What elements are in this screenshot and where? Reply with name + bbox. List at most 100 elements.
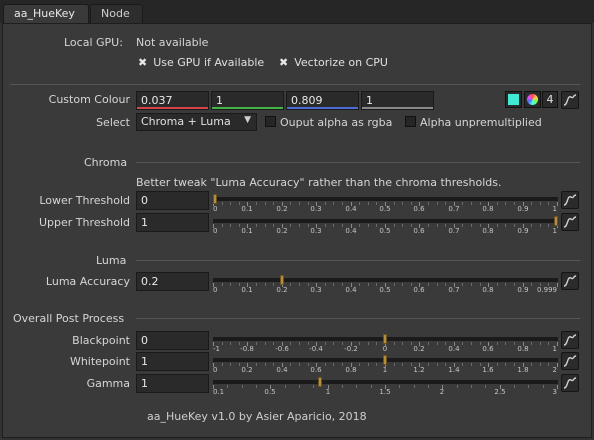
slider-minor-tick bbox=[376, 283, 377, 286]
curve-icon[interactable] bbox=[561, 331, 579, 349]
slider-minor-tick bbox=[376, 363, 377, 366]
slider-handle[interactable] bbox=[554, 216, 558, 226]
slider-minor-tick bbox=[273, 342, 274, 345]
tab-node[interactable]: Node bbox=[90, 4, 143, 24]
checkmark-icon: ✖ bbox=[138, 56, 148, 69]
use-gpu-checkbox[interactable]: ✖ Use GPU if Available bbox=[138, 56, 264, 69]
slider-minor-tick bbox=[222, 224, 223, 227]
curve-icon[interactable] bbox=[561, 374, 579, 392]
slider-minor-tick bbox=[342, 363, 343, 366]
slider-minor-tick bbox=[342, 202, 343, 205]
slider-tick-label: 0 bbox=[213, 286, 218, 294]
channel-count-button[interactable]: 4 bbox=[542, 91, 558, 108]
slider-minor-tick bbox=[368, 283, 369, 286]
slider-tick-label: 0.8 bbox=[345, 366, 357, 374]
slider-minor-tick bbox=[437, 202, 438, 205]
curve-icon[interactable] bbox=[561, 91, 579, 109]
slider-track[interactable] bbox=[213, 219, 558, 223]
slider-minor-tick bbox=[497, 363, 498, 366]
gamma-input[interactable]: 1 bbox=[136, 374, 209, 393]
lower-threshold-slider[interactable]: 0 0.1 0.2 0.3 0.4 0.5 0.6 0.7 0.8 0.9 1 bbox=[213, 194, 558, 213]
slider-minor-tick bbox=[497, 202, 498, 205]
slider-track[interactable] bbox=[213, 278, 558, 282]
slider-minor-tick bbox=[543, 385, 544, 388]
vectorize-checkbox[interactable]: ✖ Vectorize on CPU bbox=[279, 56, 388, 69]
slider-minor-tick bbox=[505, 342, 506, 345]
slider-tick-label: -0.8 bbox=[240, 345, 254, 353]
gamma-slider[interactable]: 0.1 0.5 1 1.5 2 2.5 3 bbox=[213, 377, 558, 396]
slider-minor-tick bbox=[531, 224, 532, 227]
colour-g-input[interactable]: 1 bbox=[211, 91, 284, 110]
slider-handle[interactable] bbox=[383, 334, 387, 344]
slider-handle[interactable] bbox=[318, 377, 322, 387]
curve-icon[interactable] bbox=[561, 191, 579, 209]
slider-minor-tick bbox=[471, 363, 472, 366]
curve-icon[interactable] bbox=[561, 352, 579, 370]
slider-minor-tick bbox=[333, 224, 334, 227]
whitepoint-input[interactable]: 1 bbox=[136, 352, 209, 371]
whitepoint-slider[interactable]: 0 0.2 0.4 0.6 0.8 1 1.2 1.4 1.6 1.8 2 bbox=[213, 355, 558, 374]
slider-minor-tick bbox=[299, 363, 300, 366]
slider-minor-tick bbox=[394, 283, 395, 286]
slider-handle[interactable] bbox=[383, 355, 387, 365]
colour-b-input[interactable]: 0.809 bbox=[286, 91, 359, 110]
slider-tick-label: 0.6 bbox=[413, 227, 425, 235]
slider-tick-label: 0.5 bbox=[379, 286, 391, 294]
colour-r-input[interactable]: 0.037 bbox=[136, 91, 209, 110]
blackpoint-slider[interactable]: -1 -0.8 -0.6 -0.4 -0.2 0 0.2 0.4 0.6 0.8 1 bbox=[213, 334, 558, 353]
slider-tick-label: 0 bbox=[382, 345, 388, 353]
luma-accuracy-slider[interactable]: 0 0.1 0.2 0.3 0.4 0.5 0.6 0.7 0.8 0.9 0.999 bbox=[213, 275, 558, 294]
tab-bar: aa_HueKey Node bbox=[0, 0, 594, 25]
slider-minor-tick bbox=[256, 283, 257, 286]
slider-minor-tick bbox=[230, 342, 231, 345]
slider-tick-label: 0.8 bbox=[482, 286, 494, 294]
upper-threshold-slider[interactable]: 0 0.1 0.2 0.3 0.4 0.5 0.6 0.7 0.8 0.9 1 bbox=[213, 216, 558, 235]
slider-minor-tick bbox=[471, 342, 472, 345]
blackpoint-input[interactable]: 0 bbox=[136, 331, 209, 350]
slider-minor-tick bbox=[256, 342, 257, 345]
color-wheel-icon[interactable] bbox=[524, 91, 541, 108]
slider-minor-tick bbox=[411, 342, 412, 345]
vectorize-label: Vectorize on CPU bbox=[294, 56, 388, 69]
colour-a-input[interactable]: 1 bbox=[361, 91, 434, 110]
slider-minor-tick bbox=[514, 342, 515, 345]
slider-tick-label: 0.4 bbox=[345, 205, 357, 213]
slider-tick-label: 0.5 bbox=[264, 388, 276, 396]
slider-minor-tick bbox=[222, 202, 223, 205]
lower-threshold-input[interactable]: 0 bbox=[136, 191, 209, 210]
alpha-unpremult-checkbox[interactable] bbox=[405, 116, 416, 127]
slider-minor-tick bbox=[368, 224, 369, 227]
lower-threshold-label: Lower Threshold bbox=[39, 194, 130, 207]
slider-minor-tick bbox=[531, 363, 532, 366]
slider-minor-tick bbox=[428, 283, 429, 286]
slider-minor-tick bbox=[230, 283, 231, 286]
slider-minor-tick bbox=[239, 224, 240, 227]
curve-icon[interactable] bbox=[561, 272, 579, 290]
ouput-alpha-checkbox[interactable] bbox=[265, 116, 276, 127]
select-dropdown[interactable]: Chroma + Luma ▼ bbox=[136, 113, 257, 131]
slider-minor-tick bbox=[325, 283, 326, 286]
slider-tick-label: 2 bbox=[552, 366, 557, 374]
colour-swatch[interactable] bbox=[505, 91, 522, 108]
luma-accuracy-input[interactable]: 0.2 bbox=[136, 272, 209, 291]
slider-tick-label: 0.4 bbox=[345, 286, 357, 294]
slider-minor-tick bbox=[273, 363, 274, 366]
post-process-header: Overall Post Process bbox=[13, 312, 125, 325]
slider-tick-label: 0.1 bbox=[213, 388, 225, 396]
slider-track[interactable] bbox=[213, 380, 558, 384]
slider-tick-label: 0 bbox=[213, 227, 218, 235]
slider-tick-label: 0.2 bbox=[276, 286, 288, 294]
tab-aa-huekey[interactable]: aa_HueKey bbox=[3, 4, 89, 25]
slider-handle[interactable] bbox=[280, 275, 284, 285]
slider-tick-label: 0.999 bbox=[536, 286, 557, 294]
slider-minor-tick bbox=[462, 202, 463, 205]
slider-minor-tick bbox=[497, 283, 498, 286]
upper-threshold-input[interactable]: 1 bbox=[136, 213, 209, 232]
curve-icon[interactable] bbox=[561, 213, 579, 231]
slider-handle[interactable] bbox=[213, 194, 217, 204]
slider-minor-tick bbox=[471, 224, 472, 227]
slider-minor-tick bbox=[356, 385, 357, 388]
slider-track[interactable] bbox=[213, 197, 558, 201]
slider-tick-label: 0.2 bbox=[276, 227, 288, 235]
slider-tick-label: 0.5 bbox=[379, 205, 391, 213]
